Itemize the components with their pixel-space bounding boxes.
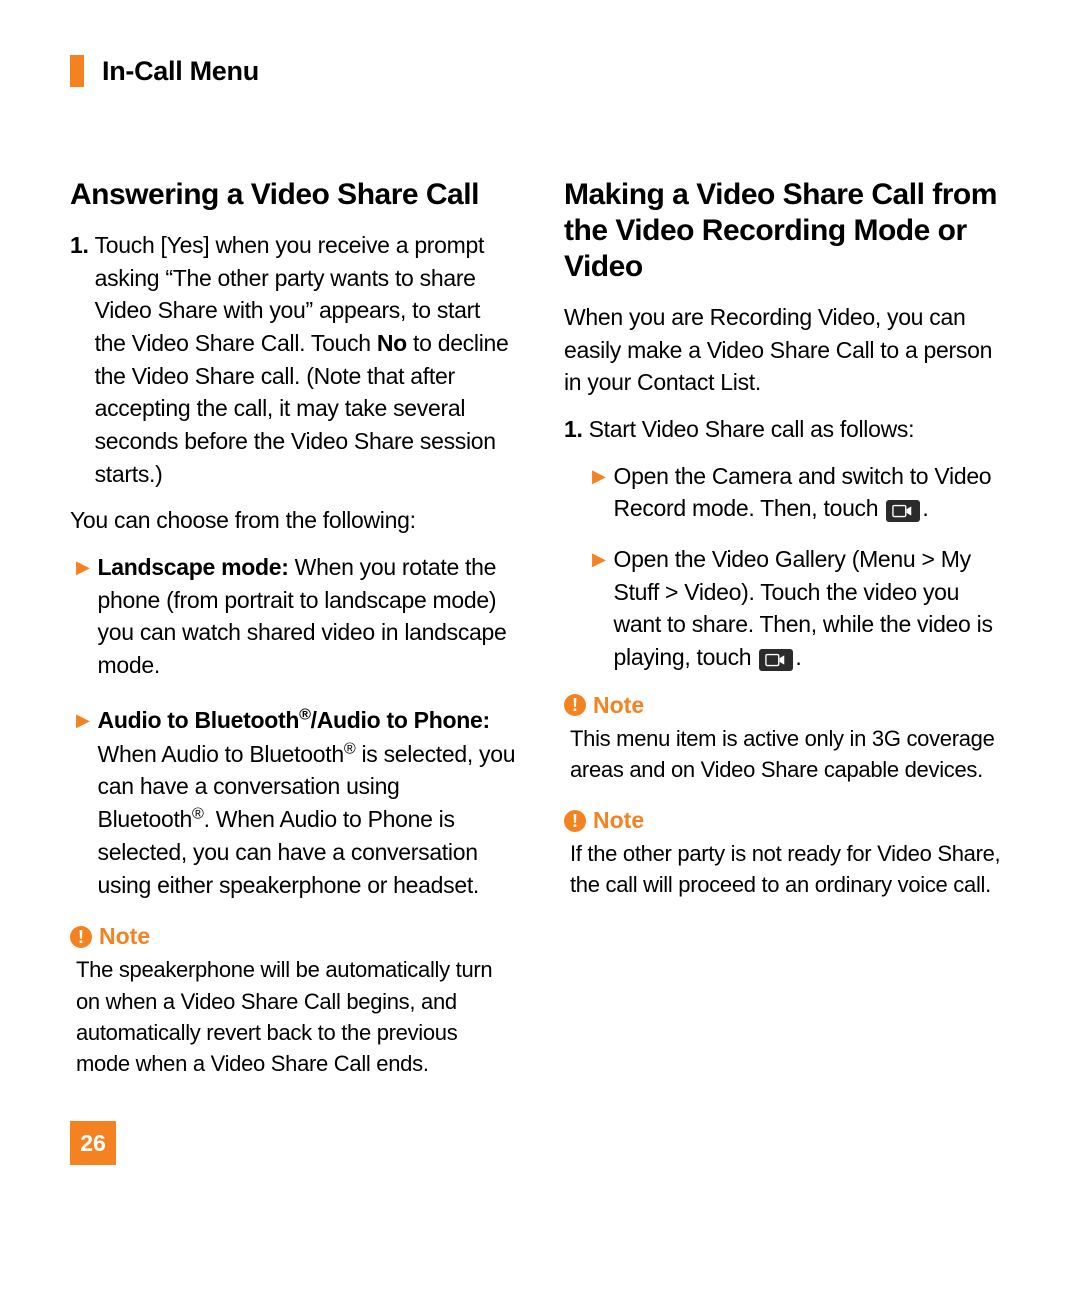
list-number: 1. [564,413,583,446]
bullet-text: Open the Camera and switch to Video Reco… [614,460,1010,525]
step-text: Start Video Share call as follows: [589,413,1010,446]
text-fragment: Open the Video Gallery (Menu > My Stuff … [614,546,993,670]
bullet-landscape-mode: ▶ Landscape mode: When you rotate the ph… [70,551,516,682]
video-share-icon [759,649,793,671]
note-exclamation-icon: ! [564,694,586,716]
triangle-bullet-icon: ▶ [592,547,606,674]
note-heading: ! Note [564,807,1010,834]
choose-intro: You can choose from the following: [70,504,516,537]
bullet-audio-bluetooth: ▶ Audio to Bluetooth®/Audio to Phone: Wh… [70,704,516,902]
text-fragment: . [795,644,801,670]
right-intro: When you are Recording Video, you can ea… [564,301,1010,399]
right-step-1: 1. Start Video Share call as follows: [564,413,1010,446]
content-columns: Answering a Video Share Call 1. Touch [Y… [70,177,1010,1101]
triangle-bullet-icon: ▶ [592,464,606,525]
text-fragment: Open the Camera and switch to Video Reco… [614,463,992,522]
left-heading: Answering a Video Share Call [70,177,516,213]
header-title: In-Call Menu [102,56,259,87]
triangle-bullet-icon: ▶ [76,555,90,682]
video-share-icon [886,500,920,522]
triangle-bullet-icon: ▶ [76,708,90,902]
bullet-text: Landscape mode: When you rotate the phon… [98,551,516,682]
bullet-text: Audio to Bluetooth®/Audio to Phone: When… [98,704,516,902]
left-step-1: 1. Touch [Yes] when you receive a prompt… [70,229,516,490]
note-exclamation-icon: ! [70,926,92,948]
header-accent-bar [70,55,84,87]
list-number: 1. [70,229,89,490]
left-column: Answering a Video Share Call 1. Touch [Y… [70,177,516,1101]
note-body: If the other party is not ready for Vide… [570,838,1010,900]
step-text: Touch [Yes] when you receive a prompt as… [95,229,516,490]
page-header: In-Call Menu [70,55,1010,87]
sub-bullet-list: ▶ Open the Camera and switch to Video Re… [564,460,1010,674]
note-exclamation-icon: ! [564,810,586,832]
page-number: 26 [70,1121,116,1165]
text-fragment: . [922,495,928,521]
note-heading: ! Note [70,923,516,950]
text-fragment: When Audio to Bluetooth® is selected, yo… [98,741,516,898]
bold-no: No [377,330,407,356]
sub-bullet-camera: ▶ Open the Camera and switch to Video Re… [564,460,1010,525]
sub-bullet-gallery: ▶ Open the Video Gallery (Menu > My Stuf… [564,543,1010,674]
note-label: Note [593,692,644,719]
bullet-text: Open the Video Gallery (Menu > My Stuff … [614,543,1010,674]
note-heading: ! Note [564,692,1010,719]
bullet-bold: Audio to Bluetooth®/Audio to Phone: [98,707,490,733]
right-column: Making a Video Share Call from the Video… [564,177,1010,1101]
note-body: This menu item is active only in 3G cove… [570,723,1010,785]
note-label: Note [593,807,644,834]
right-heading: Making a Video Share Call from the Video… [564,177,1010,285]
bullet-bold: Landscape mode: [98,554,289,580]
note-body: The speakerphone will be automatically t… [76,954,516,1079]
note-label: Note [99,923,150,950]
